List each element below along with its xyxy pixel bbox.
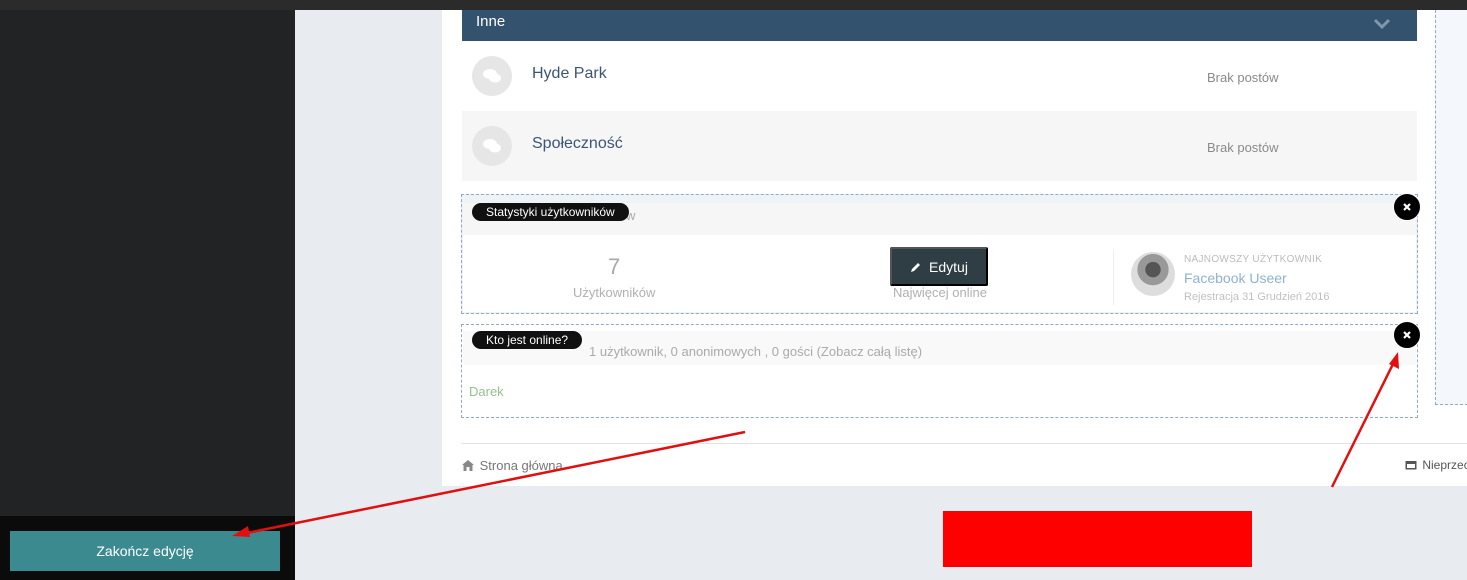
users-label: Użytkowników: [573, 285, 656, 300]
chevron-down-icon[interactable]: [1373, 14, 1391, 32]
forum-title[interactable]: Hyde Park: [532, 65, 607, 83]
newest-user-registered: Rejestracja 31 Grudzień 2016: [1184, 291, 1330, 303]
newest-user-caption: NAJNOWSZY UŻYTKOWNIK: [1184, 254, 1323, 265]
footer-right-link[interactable]: Nieprzec: [1405, 458, 1467, 472]
top-bar: [0, 0, 1467, 10]
online-header: 1 użytkownik, 0 anonimowych , 0 gości (Z…: [463, 331, 1416, 365]
users-count: 7: [608, 254, 621, 279]
home-icon: [462, 460, 474, 471]
pencil-icon: [911, 262, 921, 272]
forum-status: Brak postów: [1207, 70, 1279, 85]
online-user-link[interactable]: Darek: [469, 384, 504, 399]
stats-widget-badge: Statystyki użytkowników: [472, 203, 629, 221]
avatar[interactable]: [1131, 252, 1175, 296]
close-icon[interactable]: [1393, 321, 1421, 349]
online-summary: 1 użytkownik, 0 anonimowych , 0 gości (Z…: [589, 344, 923, 359]
breadcrumb[interactable]: Strona główna: [462, 458, 563, 473]
edit-button[interactable]: Edytuj: [890, 247, 988, 286]
stats-divider: [1113, 249, 1114, 305]
most-online-label: Najwięcej online: [893, 285, 987, 300]
footer-divider: [461, 443, 1467, 444]
forum-row[interactable]: Hyde Park Brak postów: [462, 41, 1417, 111]
redacted-box: [943, 511, 1252, 567]
forum-title[interactable]: Społeczność: [532, 135, 623, 153]
close-icon[interactable]: [1393, 193, 1421, 221]
comments-icon: [472, 126, 512, 166]
forum-status: Brak postów: [1207, 140, 1279, 155]
category-header[interactable]: Inne: [462, 10, 1417, 41]
forum-row[interactable]: Społeczność Brak postów: [462, 111, 1417, 181]
who-is-online-widget[interactable]: 1 użytkownik, 0 anonimowych , 0 gości (Z…: [461, 324, 1418, 418]
finish-editing-button[interactable]: Zakończ edycję: [10, 531, 280, 571]
editor-sidebar: [0, 10, 295, 580]
category-title: Inne: [476, 13, 506, 30]
breadcrumb-home[interactable]: Strona główna: [480, 458, 563, 473]
online-widget-badge: Kto jest online?: [472, 331, 583, 349]
right-widget-zone: [1435, 10, 1467, 405]
edit-button-label: Edytuj: [929, 258, 968, 275]
footer-right-text[interactable]: Nieprzec: [1422, 458, 1467, 472]
newest-user-link[interactable]: Facebook Useer: [1184, 270, 1287, 286]
calendar-icon: [1405, 461, 1417, 470]
comments-icon: [472, 56, 512, 96]
